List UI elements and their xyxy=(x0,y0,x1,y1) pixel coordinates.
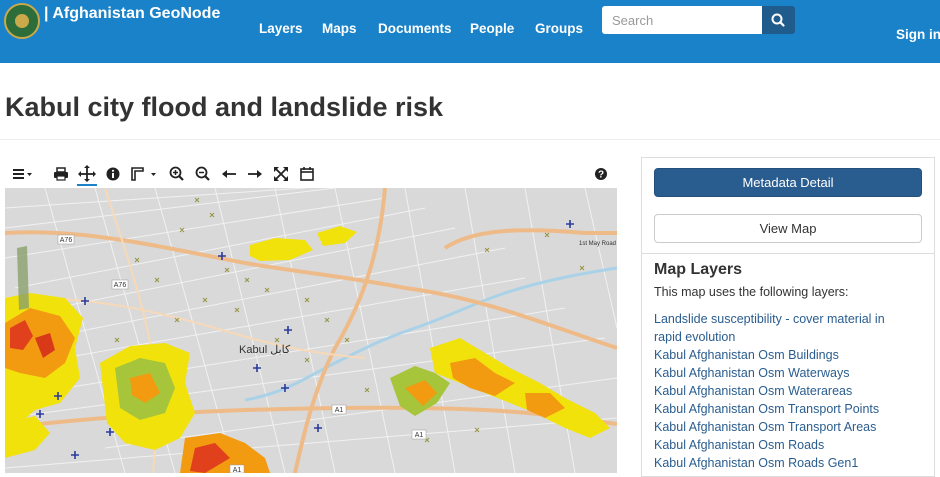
help-icon[interactable]: ? xyxy=(591,164,611,184)
road-label-a1-bottom: A1 xyxy=(233,467,242,473)
search-button[interactable] xyxy=(762,6,795,34)
zoom-in-icon[interactable] xyxy=(167,164,187,184)
view-map-button[interactable]: View Map xyxy=(654,214,922,243)
nav-documents[interactable]: Documents xyxy=(378,21,452,36)
map-viewport[interactable]: A76 A76 A1 A1 A1 1st May Road Kabul کابل xyxy=(5,188,617,473)
map-toolbar: ? xyxy=(5,162,617,186)
info-icon[interactable] xyxy=(103,164,123,184)
pan-icon[interactable] xyxy=(77,164,97,184)
zoom-out-icon[interactable] xyxy=(193,164,213,184)
road-label-a76-center: A76 xyxy=(114,282,127,289)
metadata-detail-button[interactable]: Metadata Detail xyxy=(654,168,922,197)
site-brand[interactable]: | Afghanistan GeoNode xyxy=(44,5,220,23)
menu-icon[interactable] xyxy=(11,164,37,184)
layer-link-transport-areas[interactable]: Kabul Afghanistan Osm Transport Areas xyxy=(654,418,904,436)
road-label-a1-south: A1 xyxy=(335,407,344,414)
map-layers-description: This map uses the following layers: xyxy=(654,285,849,299)
afghanistan-emblem-icon[interactable] xyxy=(4,3,40,39)
nav-people[interactable]: People xyxy=(470,21,514,36)
layer-link-roads-gen1[interactable]: Kabul Afghanistan Osm Roads Gen1 xyxy=(654,454,904,472)
legend-icon[interactable] xyxy=(129,164,159,184)
layer-link-waterways[interactable]: Kabul Afghanistan Osm Waterways xyxy=(654,364,904,382)
active-tool-indicator xyxy=(77,184,97,186)
layer-link-transport-points[interactable]: Kabul Afghanistan Osm Transport Points xyxy=(654,400,904,418)
calendar-icon[interactable] xyxy=(297,164,317,184)
svg-text:?: ? xyxy=(598,170,604,181)
map-layers-heading: Map Layers xyxy=(654,261,743,278)
layer-link-buildings[interactable]: Kabul Afghanistan Osm Buildings xyxy=(654,346,904,364)
print-icon[interactable] xyxy=(51,164,71,184)
layer-link-waterareas[interactable]: Kabul Afghanistan Osm Waterareas xyxy=(654,382,904,400)
page-title: Kabul city flood and landslide risk xyxy=(5,92,444,122)
back-icon[interactable] xyxy=(219,164,239,184)
nav-layers[interactable]: Layers xyxy=(259,21,303,36)
sign-in-link[interactable]: Sign in xyxy=(896,27,940,42)
fullscreen-icon[interactable] xyxy=(271,164,291,184)
road-label-a1-southeast: A1 xyxy=(415,432,424,439)
layer-link-roads[interactable]: Kabul Afghanistan Osm Roads xyxy=(654,436,904,454)
map-canvas[interactable]: A76 A76 A1 A1 A1 1st May Road Kabul کابل xyxy=(5,188,617,473)
search-input[interactable] xyxy=(602,6,762,34)
title-divider xyxy=(0,139,940,140)
nav-maps[interactable]: Maps xyxy=(322,21,357,36)
layer-list: Landslide susceptibility - cover materia… xyxy=(654,310,904,472)
road-label-1st-may: 1st May Road xyxy=(579,241,616,247)
magnifier-icon xyxy=(771,13,785,27)
panel-divider xyxy=(642,253,934,254)
nav-groups[interactable]: Groups xyxy=(535,21,583,36)
map-city-label: Kabul کابل xyxy=(239,344,291,356)
top-navbar: | Afghanistan GeoNode Layers Maps Docume… xyxy=(0,0,940,63)
layer-link-landslide[interactable]: Landslide susceptibility - cover materia… xyxy=(654,310,904,346)
forward-icon[interactable] xyxy=(245,164,265,184)
road-label-a76-west: A76 xyxy=(60,237,73,244)
